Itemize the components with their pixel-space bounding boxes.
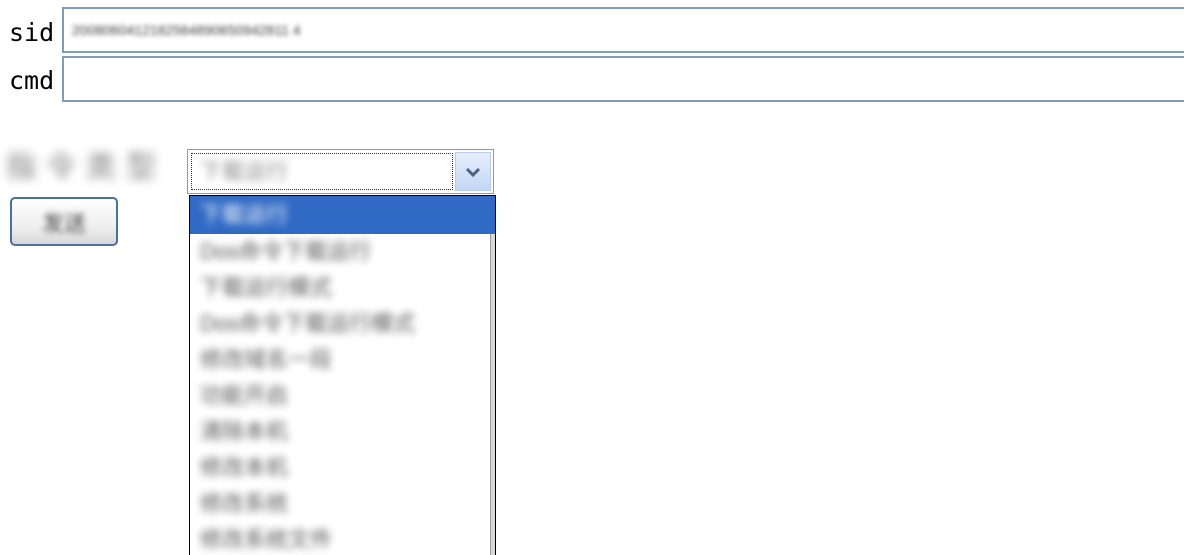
sid-label: sid — [9, 18, 55, 47]
dropdown-option[interactable]: 清除本机 — [190, 414, 495, 450]
command-type-select[interactable]: 下载运行 — [187, 149, 494, 194]
dropdown-option[interactable]: 下载运行 — [190, 196, 495, 234]
cmd-label: cmd — [9, 66, 55, 95]
command-type-label: 指令类型 — [6, 151, 166, 184]
sid-value: 2008060412182564890650942811 4 — [72, 22, 301, 38]
dropdown-option[interactable]: Dos命令下载运行模式 — [190, 306, 495, 342]
dropdown-option[interactable]: Dos命令下载运行 — [190, 234, 495, 270]
dropdown-scrollbar[interactable] — [490, 234, 495, 555]
dropdown-option[interactable]: 修改本机 — [190, 450, 495, 486]
dropdown-list[interactable]: 下载运行 Dos命令下载运行 下载运行模式 Dos命令下载运行模式 修改域名一段… — [189, 195, 496, 555]
dropdown-option[interactable]: 功能开启 — [190, 378, 495, 414]
send-button-label: 发送 — [41, 210, 86, 236]
chevron-down-icon — [465, 167, 481, 177]
sid-input[interactable]: 2008060412182564890650942811 4 — [62, 7, 1184, 53]
select-current-value: 下载运行 — [191, 153, 453, 190]
dropdown-arrow-button[interactable] — [455, 152, 491, 191]
select-current-text: 下载运行 — [200, 159, 289, 184]
dropdown-option[interactable]: 修改域名一段 — [190, 342, 495, 378]
cmd-input[interactable] — [62, 56, 1184, 102]
dropdown-option[interactable]: 修改系统 — [190, 486, 495, 522]
send-button[interactable]: 发送 — [10, 197, 118, 246]
dropdown-option[interactable]: 修改系统文件 — [190, 522, 495, 555]
dropdown-option[interactable]: 下载运行模式 — [190, 270, 495, 306]
